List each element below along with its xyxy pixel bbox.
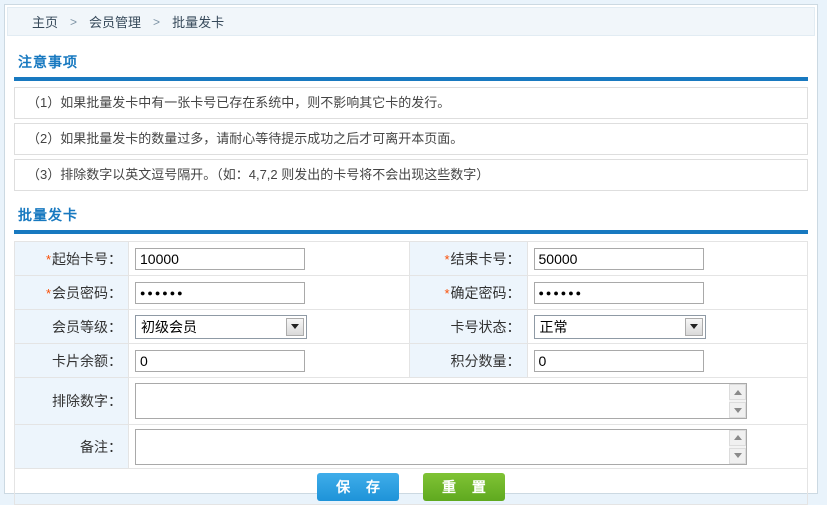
exclude-digits-textarea-wrap <box>135 383 747 419</box>
remark-cell <box>129 425 808 469</box>
remark-textarea-wrap <box>135 429 747 465</box>
table-row: 会员等级： 初级会员 卡号状态： 正常 <box>15 310 808 344</box>
required-marker: * <box>46 286 51 301</box>
form-section-title: 批量发卡 <box>18 205 808 225</box>
start-card-cell <box>129 242 410 276</box>
exclude-digits-cell <box>129 378 808 425</box>
table-row: 保 存 重 置 <box>15 469 808 505</box>
scroll-down-icon[interactable] <box>729 402 746 418</box>
start-card-label: 起始卡号： <box>52 251 122 267</box>
exclude-digits-label-cell: 排除数字： <box>15 378 129 425</box>
reset-button[interactable]: 重 置 <box>423 473 505 501</box>
exclude-digits-textarea[interactable] <box>136 384 730 418</box>
member-level-label: 会员等级： <box>52 319 122 335</box>
points-count-label: 积分数量： <box>451 353 521 369</box>
card-status-selected-value: 正常 <box>535 317 568 337</box>
notice-item: （3）排除数字以英文逗号隔开。（如：4,7,2 则发出的卡号将不会出现这些数字） <box>14 159 808 191</box>
end-card-input[interactable] <box>534 248 704 270</box>
breadcrumb-separator: > <box>153 15 160 29</box>
content-area: 注意事项 （1）如果批量发卡中有一张卡号已存在系统中，则不影响其它卡的发行。 （… <box>5 38 817 505</box>
form-title-underline <box>14 230 808 234</box>
confirm-password-cell <box>527 276 808 310</box>
member-level-label-cell: 会员等级： <box>15 310 129 344</box>
points-count-input[interactable] <box>534 350 704 372</box>
button-row: 保 存 重 置 <box>15 469 808 505</box>
dropdown-arrow-icon[interactable] <box>286 318 304 336</box>
member-level-cell: 初级会员 <box>129 310 410 344</box>
notice-title-underline <box>14 77 808 81</box>
points-count-cell <box>527 344 808 378</box>
end-card-cell <box>527 242 808 276</box>
exclude-digits-label: 排除数字： <box>52 393 122 409</box>
card-status-select[interactable]: 正常 <box>534 315 706 339</box>
table-row: 排除数字： <box>15 378 808 425</box>
card-balance-cell <box>129 344 410 378</box>
member-level-select[interactable]: 初级会员 <box>135 315 307 339</box>
save-button[interactable]: 保 存 <box>317 473 399 501</box>
breadcrumb-current-page: 批量发卡 <box>172 12 224 31</box>
notice-list: （1）如果批量发卡中有一张卡号已存在系统中，则不影响其它卡的发行。 （2）如果批… <box>14 87 808 191</box>
end-card-label: 结束卡号： <box>451 251 521 267</box>
required-marker: * <box>46 252 51 267</box>
card-balance-label: 卡片余额： <box>52 353 122 369</box>
remark-label: 备注： <box>80 439 122 455</box>
required-marker: * <box>444 286 449 301</box>
scroll-up-icon[interactable] <box>729 384 746 400</box>
table-row: 卡片余额： 积分数量： <box>15 344 808 378</box>
card-status-label: 卡号状态： <box>451 319 521 335</box>
table-row: *起始卡号： *结束卡号： <box>15 242 808 276</box>
breadcrumb: 主页 > 会员管理 > 批量发卡 <box>7 7 815 36</box>
member-password-label: 会员密码： <box>52 285 122 301</box>
scrollbar[interactable] <box>729 384 746 418</box>
confirm-password-label: 确定密码： <box>451 285 521 301</box>
card-status-cell: 正常 <box>527 310 808 344</box>
notice-item: （2）如果批量发卡的数量过多，请耐心等待提示成功之后才可离开本页面。 <box>14 123 808 155</box>
end-card-label-cell: *结束卡号： <box>409 242 527 276</box>
breadcrumb-home[interactable]: 主页 <box>32 12 58 31</box>
confirm-password-label-cell: *确定密码： <box>409 276 527 310</box>
points-count-label-cell: 积分数量： <box>409 344 527 378</box>
main-panel: 主页 > 会员管理 > 批量发卡 注意事项 （1）如果批量发卡中有一张卡号已存在… <box>4 4 818 494</box>
notice-item: （1）如果批量发卡中有一张卡号已存在系统中，则不影响其它卡的发行。 <box>14 87 808 119</box>
member-password-cell <box>129 276 410 310</box>
table-row: 备注： <box>15 425 808 469</box>
member-password-input[interactable] <box>135 282 305 304</box>
breadcrumb-separator: > <box>70 15 77 29</box>
card-status-label-cell: 卡号状态： <box>409 310 527 344</box>
breadcrumb-member-management[interactable]: 会员管理 <box>89 12 141 31</box>
remark-label-cell: 备注： <box>15 425 129 469</box>
card-balance-label-cell: 卡片余额： <box>15 344 129 378</box>
confirm-password-input[interactable] <box>534 282 704 304</box>
member-password-label-cell: *会员密码： <box>15 276 129 310</box>
batch-card-form: *起始卡号： *结束卡号： *会员密码： <box>14 241 808 505</box>
card-balance-input[interactable] <box>135 350 305 372</box>
table-row: *会员密码： *确定密码： <box>15 276 808 310</box>
scroll-down-icon[interactable] <box>729 448 746 464</box>
required-marker: * <box>444 252 449 267</box>
dropdown-arrow-icon[interactable] <box>685 318 703 336</box>
scrollbar[interactable] <box>729 430 746 464</box>
scroll-up-icon[interactable] <box>729 430 746 446</box>
start-card-input[interactable] <box>135 248 305 270</box>
start-card-label-cell: *起始卡号： <box>15 242 129 276</box>
remark-textarea[interactable] <box>136 430 730 464</box>
member-level-selected-value: 初级会员 <box>136 317 197 337</box>
notice-section-title: 注意事项 <box>18 52 808 72</box>
